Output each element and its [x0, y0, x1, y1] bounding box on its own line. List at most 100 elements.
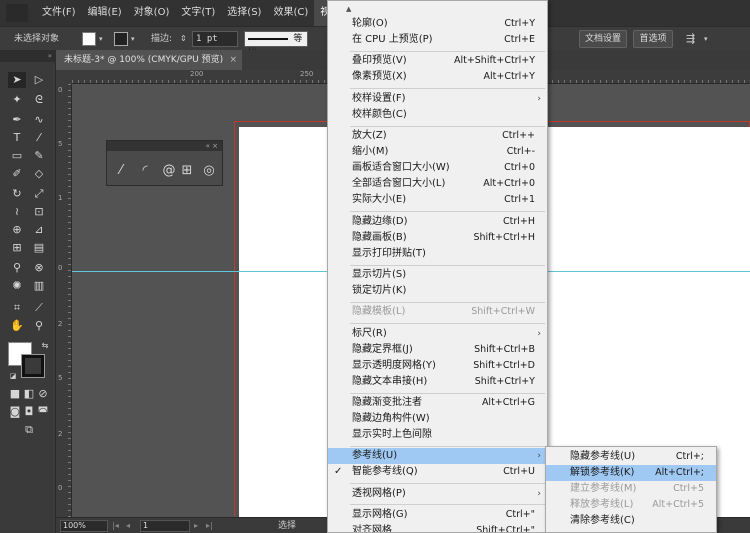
- selection-tool-icon[interactable]: ➤: [8, 72, 26, 88]
- menu-item-show-print-tiling[interactable]: 显示打印拼贴(T): [328, 246, 547, 262]
- menu-item-show-transparency-grid[interactable]: 显示透明度网格(Y) Shift+Ctrl+D: [328, 358, 547, 374]
- column-graph-tool-icon[interactable]: ▥: [30, 278, 48, 294]
- stroke-swatch[interactable]: [114, 32, 128, 46]
- submenu-item-unlock-guides[interactable]: 解锁参考线(K) Alt+Ctrl+;: [546, 465, 716, 481]
- menu-item-guides[interactable]: 参考线(U) ›: [328, 448, 547, 464]
- stroke-dropdown-icon[interactable]: ▾: [131, 27, 135, 51]
- perspective-grid-tool-icon[interactable]: ⊿: [30, 222, 48, 238]
- mesh-tool-icon[interactable]: ⊞: [8, 240, 26, 256]
- vertical-ruler[interactable]: 0 5 1 0 2 5 2 0: [56, 84, 72, 517]
- rectangular-grid-tool-icon[interactable]: ⊞: [179, 163, 195, 179]
- artboard-number-field[interactable]: 1: [140, 520, 190, 532]
- document-tab[interactable]: 未标题-3* @ 100% (CMYK/GPU 预览) ×: [56, 50, 242, 70]
- menu-file[interactable]: 文件(F): [36, 0, 82, 26]
- menu-item-hide-artboards[interactable]: 隐藏画板(B) Shift+Ctrl+H: [328, 230, 547, 246]
- rotate-tool-icon[interactable]: ↻: [8, 186, 26, 202]
- fill-swatch[interactable]: [82, 32, 96, 46]
- next-artboard-icon[interactable]: ▸: [194, 518, 198, 533]
- shape-builder-tool-icon[interactable]: ⊕: [8, 222, 26, 238]
- gradient-tool-icon[interactable]: ▤: [30, 240, 48, 256]
- blend-tool-icon[interactable]: ⊗: [30, 260, 48, 276]
- preferences-button[interactable]: 首选项: [633, 30, 673, 48]
- stroke-style-select[interactable]: 等比: [244, 31, 308, 58]
- spiral-tool-icon[interactable]: @: [161, 163, 177, 179]
- none-mode-icon[interactable]: ⊘: [34, 386, 52, 402]
- menu-item-show-grid[interactable]: 显示网格(G) Ctrl+": [328, 507, 547, 523]
- draw-inside-icon[interactable]: ◚: [34, 404, 52, 420]
- magic-wand-tool-icon[interactable]: ✦: [8, 92, 26, 108]
- menu-type[interactable]: 文字(T): [175, 0, 221, 26]
- scroll-up-icon[interactable]: ▲: [346, 5, 351, 13]
- width-tool-icon[interactable]: ≀: [8, 204, 26, 220]
- menu-item-pixel-preview[interactable]: 像素预览(X) Alt+Ctrl+Y: [328, 69, 547, 85]
- eyedropper-tool-icon[interactable]: ⚲: [8, 260, 26, 276]
- menu-item-hide-text-threads[interactable]: 隐藏文本串接(H) Shift+Ctrl+Y: [328, 374, 547, 390]
- direct-selection-tool-icon[interactable]: ▷: [30, 72, 48, 88]
- menu-item-hide-edges[interactable]: 隐藏边缘(D) Ctrl+H: [328, 214, 547, 230]
- type-tool-icon[interactable]: T: [8, 130, 26, 146]
- zoom-tool-icon[interactable]: ⚲: [30, 318, 48, 334]
- slice-tool-icon[interactable]: ⟋: [30, 300, 48, 316]
- artboard-tool-icon[interactable]: ⌗: [8, 300, 26, 316]
- menu-item-outline[interactable]: 轮廓(O) Ctrl+Y: [328, 16, 547, 32]
- ruler-origin[interactable]: [56, 70, 72, 84]
- menu-item-fit-all[interactable]: 全部适合窗口大小(L) Alt+Ctrl+0: [328, 176, 547, 192]
- pen-tool-icon[interactable]: ✒: [8, 112, 26, 128]
- arrange-dropdown-icon[interactable]: ▾: [704, 27, 708, 51]
- submenu-item-clear-guides[interactable]: 清除参考线(C): [546, 513, 716, 529]
- menu-item-fit-artboard[interactable]: 画板适合窗口大小(W) Ctrl+0: [328, 160, 547, 176]
- rectangle-tool-icon[interactable]: ▭: [8, 148, 26, 164]
- menu-item-actual-size[interactable]: 实际大小(E) Ctrl+1: [328, 192, 547, 208]
- stepper-icon[interactable]: ⇕: [180, 27, 187, 51]
- screen-mode-icon[interactable]: ⧉: [20, 422, 38, 438]
- default-colors-icon[interactable]: ◪: [4, 368, 22, 384]
- polar-grid-tool-icon[interactable]: ◎: [201, 163, 217, 179]
- stroke-weight-field[interactable]: 1 pt: [192, 31, 238, 47]
- paintbrush-tool-icon[interactable]: ✎: [30, 148, 48, 164]
- document-setup-button[interactable]: 文档设置: [579, 30, 627, 48]
- menu-item-rulers[interactable]: 标尺(R) ›: [328, 326, 547, 342]
- zoom-field[interactable]: 100%: [60, 520, 108, 532]
- lasso-tool-icon[interactable]: ᘓ: [30, 92, 48, 108]
- menu-effect[interactable]: 效果(C): [267, 0, 314, 26]
- menu-item-lock-slices[interactable]: 锁定切片(K): [328, 283, 547, 299]
- fill-dropdown-icon[interactable]: ▾: [99, 27, 103, 51]
- eraser-tool-icon[interactable]: ◇: [30, 166, 48, 182]
- menu-object[interactable]: 对象(O): [128, 0, 176, 26]
- arrange-icon[interactable]: ⇶: [686, 27, 695, 51]
- submenu-item-hide-guides[interactable]: 隐藏参考线(U) Ctrl+;: [546, 449, 716, 465]
- menu-item-zoom-out[interactable]: 缩小(M) Ctrl+-: [328, 144, 547, 160]
- free-transform-tool-icon[interactable]: ⊡: [30, 204, 48, 220]
- menu-item-cpu-preview[interactable]: 在 CPU 上预览(P) Ctrl+E: [328, 32, 547, 48]
- symbol-sprayer-tool-icon[interactable]: ✺: [8, 278, 26, 294]
- menu-item-zoom-in[interactable]: 放大(Z) Ctrl++: [328, 128, 547, 144]
- shaper-tool-icon[interactable]: ✐: [8, 166, 26, 182]
- last-artboard-icon[interactable]: ▸|: [206, 518, 213, 533]
- menu-item-hide-bounding-box[interactable]: 隐藏定界框(J) Shift+Ctrl+B: [328, 342, 547, 358]
- menu-item-overprint-preview[interactable]: 叠印预览(V) Alt+Shift+Ctrl+Y: [328, 53, 547, 69]
- menu-item-hide-corner-widget[interactable]: 隐藏边角构件(W): [328, 411, 547, 427]
- line-tool-icon[interactable]: ⁄: [30, 130, 48, 146]
- stroke-color-swatch[interactable]: [21, 354, 45, 378]
- curvature-tool-icon[interactable]: ∿: [30, 112, 48, 128]
- line-segment-tool-icon[interactable]: ⁄: [113, 163, 129, 179]
- menu-item-show-slices[interactable]: 显示切片(S): [328, 267, 547, 283]
- menu-item-snap-to-grid[interactable]: 对齐网格 Shift+Ctrl+": [328, 523, 547, 532]
- swap-colors-icon[interactable]: ⇆: [36, 338, 54, 354]
- menu-edit[interactable]: 编辑(E): [82, 0, 128, 26]
- close-tab-icon[interactable]: ×: [229, 50, 237, 70]
- menu-select[interactable]: 选择(S): [221, 0, 267, 26]
- menu-item-proof-setup[interactable]: 校样设置(F) ›: [328, 91, 547, 107]
- tools-panel-collapse-icon[interactable]: »: [0, 50, 56, 62]
- panel-titlebar[interactable]: « ×: [107, 141, 222, 151]
- arc-tool-icon[interactable]: ◜: [137, 163, 153, 179]
- menu-item-perspective-grid[interactable]: 透视网格(P) ›: [328, 486, 547, 502]
- scale-tool-icon[interactable]: ⤢: [30, 186, 48, 202]
- menu-item-show-live-paint-gaps[interactable]: 显示实时上色间隙: [328, 427, 547, 443]
- menu-item-proof-colors[interactable]: 校样颜色(C): [328, 107, 547, 123]
- menu-item-hide-gradient-annotator[interactable]: 隐藏渐变批注者 Alt+Ctrl+G: [328, 395, 547, 411]
- prev-artboard-icon[interactable]: ◂: [126, 518, 130, 533]
- first-artboard-icon[interactable]: |◂: [112, 518, 119, 533]
- menu-item-smart-guides[interactable]: ✓ 智能参考线(Q) Ctrl+U: [328, 464, 547, 480]
- hand-tool-icon[interactable]: ✋: [8, 318, 26, 334]
